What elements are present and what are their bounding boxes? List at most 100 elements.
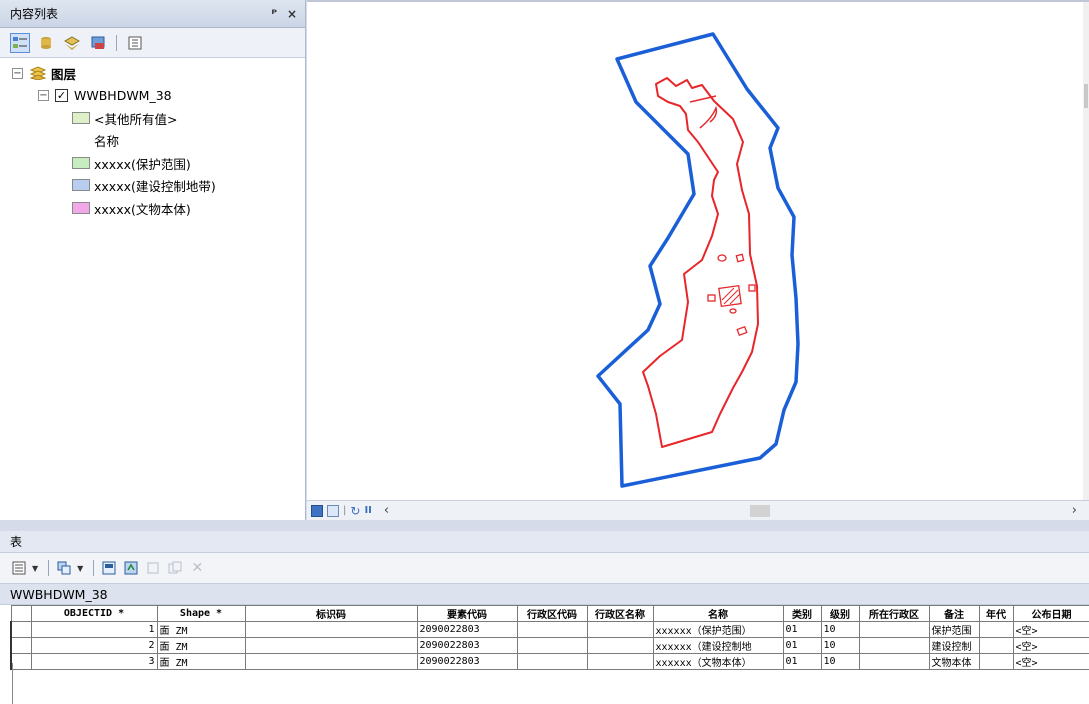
table-row[interactable]: 2 面 ZM 2090022803 xxxxxx（建设控制地 01 10 建设控… [10, 637, 1089, 654]
list-by-visibility-icon[interactable] [62, 33, 82, 53]
close-icon[interactable]: × [287, 7, 297, 21]
map-vertical-scrollbar[interactable] [1083, 2, 1089, 502]
collapse-icon[interactable]: − [38, 89, 49, 101]
legend-swatch [72, 179, 90, 191]
pin-icon[interactable]: ᴾ [271, 7, 277, 21]
table-cell[interactable]: 1 [30, 621, 158, 638]
table-cell[interactable]: 建设控制 [928, 637, 980, 654]
legend-item[interactable]: xxxxx(文物本体) [72, 197, 191, 219]
table-cell[interactable] [586, 621, 654, 638]
column-header[interactable]: Shape * [156, 605, 246, 622]
relic-feature[interactable] [707, 294, 716, 302]
relic-feature[interactable] [717, 254, 727, 262]
clear-selection-icon[interactable] [144, 559, 162, 577]
table-cell[interactable]: 10 [820, 637, 860, 654]
relic-feature[interactable] [735, 253, 745, 263]
options-icon[interactable] [125, 33, 145, 53]
table-cell[interactable]: 10 [820, 621, 860, 638]
attribute-grid: OBJECTID * Shape * 标识码 要素代码 行政区代码 行政区名称 … [0, 605, 1089, 704]
data-view-icon[interactable] [311, 504, 323, 517]
pause-icon[interactable]: II [364, 505, 371, 516]
column-header[interactable]: 年代 [978, 605, 1014, 622]
collapse-icon[interactable]: − [12, 67, 23, 79]
related-tables-icon[interactable] [55, 559, 73, 577]
table-cell[interactable]: xxxxxx（建设控制地 [652, 637, 784, 654]
column-header[interactable]: 名称 [652, 605, 784, 622]
column-header[interactable]: 行政区名称 [586, 605, 654, 622]
table-options-icon[interactable] [10, 559, 28, 577]
toc-title: 内容列表 [10, 7, 59, 21]
column-header[interactable]: 标识码 [244, 605, 418, 622]
relic-feature[interactable] [729, 308, 737, 314]
table-cell[interactable]: <空> [1012, 637, 1089, 654]
refresh-icon[interactable]: ↻ [350, 504, 360, 518]
table-cell[interactable] [516, 637, 588, 654]
column-header[interactable]: 类别 [782, 605, 822, 622]
table-cell[interactable] [978, 621, 1014, 638]
table-cell[interactable]: 面 ZM [156, 621, 246, 638]
table-cell[interactable]: 2090022803 [416, 637, 518, 654]
column-header[interactable]: 备注 [928, 605, 980, 622]
table-row[interactable]: 1 面 ZM 2090022803 xxxxxx（保护范围） 01 10 保护范… [10, 621, 1089, 638]
tree-root-row[interactable]: − 图层 [12, 62, 76, 84]
table-cell[interactable] [244, 637, 418, 654]
legend-item[interactable]: xxxxx(建设控制地带) [72, 174, 216, 196]
table-cell[interactable] [978, 637, 1014, 654]
legend-label: xxxxx(文物本体) [94, 201, 191, 217]
table-tab[interactable]: WWBHDWM_38 [0, 583, 1089, 605]
table-cell[interactable]: <空> [1012, 621, 1089, 638]
delete-selected-icon[interactable]: ✕ [188, 559, 206, 577]
column-header[interactable]: 行政区代码 [516, 605, 588, 622]
table-cell[interactable]: 2090022803 [416, 621, 518, 638]
column-header[interactable]: 所在行政区 [858, 605, 930, 622]
table-panel-header: 表 [0, 531, 1089, 553]
tree-root-label: 图层 [51, 66, 77, 82]
column-header[interactable]: 要素代码 [416, 605, 518, 622]
control-zone-boundary[interactable] [596, 32, 800, 488]
row-selector-header[interactable] [10, 605, 32, 622]
table-empty-area [12, 663, 1089, 704]
copy-selected-icon[interactable] [166, 559, 184, 577]
column-header[interactable]: 级别 [820, 605, 860, 622]
relic-feature[interactable] [748, 284, 756, 292]
scroll-thumb[interactable] [749, 504, 770, 517]
scroll-right-icon[interactable]: › [1072, 503, 1077, 518]
map-view[interactable]: | ↻ II ‹ › [307, 0, 1089, 520]
list-by-source-icon[interactable] [36, 33, 56, 53]
row-selector[interactable] [10, 637, 32, 654]
table-cell[interactable]: 01 [782, 637, 822, 654]
table-toolbar: ▼ ▼ ✕ [0, 553, 1089, 583]
legend-field-label: 名称 [94, 133, 120, 149]
relic-feature[interactable] [736, 325, 748, 337]
legend-swatch [72, 202, 90, 214]
layer-visibility-checkbox[interactable]: ✓ [55, 88, 68, 102]
layer-row[interactable]: − ✓ WWBHDWM_38 [38, 84, 172, 106]
table-cell[interactable]: 2 [30, 637, 158, 654]
table-cell[interactable]: xxxxxx（保护范围） [652, 621, 784, 638]
chevron-down-icon[interactable]: ▼ [77, 564, 83, 573]
chevron-down-icon[interactable]: ▼ [32, 564, 38, 573]
legend-item[interactable]: <其他所有值> [72, 107, 177, 129]
table-cell[interactable]: 保护范围 [928, 621, 980, 638]
protect-zone-boundary[interactable] [642, 77, 759, 448]
legend-item[interactable]: xxxxx(保护范围) [72, 152, 191, 174]
legend-label: xxxxx(建设控制地带) [94, 178, 216, 194]
table-cell[interactable] [244, 621, 418, 638]
layout-view-icon[interactable] [327, 504, 339, 517]
row-selector[interactable] [10, 621, 32, 638]
table-cell[interactable] [858, 621, 930, 638]
table-cell[interactable] [586, 637, 654, 654]
list-by-drawing-order-icon[interactable] [10, 32, 30, 53]
column-header[interactable]: 公布日期 [1012, 605, 1089, 622]
scroll-left-icon[interactable]: ‹ [384, 503, 389, 518]
table-cell[interactable] [858, 637, 930, 654]
map-horizontal-scrollbar[interactable]: ‹ › [378, 501, 1089, 521]
map-canvas[interactable] [307, 2, 1083, 500]
table-cell[interactable]: 面 ZM [156, 637, 246, 654]
table-cell[interactable]: 01 [782, 621, 822, 638]
list-by-selection-icon[interactable] [88, 33, 108, 53]
select-by-attributes-icon[interactable] [100, 559, 118, 577]
column-header[interactable]: OBJECTID * [30, 605, 158, 622]
switch-selection-icon[interactable] [122, 559, 140, 577]
table-cell[interactable] [516, 621, 588, 638]
